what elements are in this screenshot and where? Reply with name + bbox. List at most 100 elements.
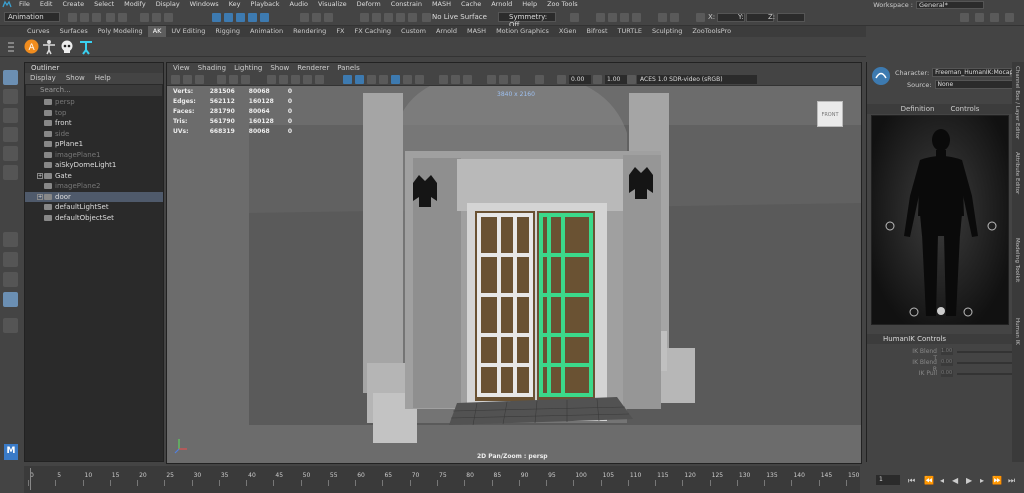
sign-in-icon[interactable] [960,13,969,22]
ambient-occlusion-icon[interactable] [487,75,496,84]
blend-slider[interactable] [957,351,1015,353]
outliner-item[interactable]: + Gate [25,171,163,182]
play-backward-icon[interactable]: ◀ [952,476,958,485]
menu-zoo-tools[interactable]: Zoo Tools [542,0,583,9]
select-camera-icon[interactable] [171,75,180,84]
redo-icon[interactable] [118,13,127,22]
move-tool-icon[interactable] [3,127,18,142]
current-time-indicator[interactable] [30,468,31,490]
shelf-tab-rigging[interactable]: Rigging [210,26,245,37]
arnold-render-icon[interactable] [384,13,393,22]
arnold-light-icon[interactable] [408,13,417,22]
outliner-search-input[interactable]: Search... [26,85,162,96]
show-attribute-editor-icon[interactable] [608,13,617,22]
anti-aliasing-icon[interactable] [499,75,508,84]
hypershade-icon[interactable] [360,13,369,22]
gamma-icon[interactable] [593,75,602,84]
resolution-gate-icon[interactable] [291,75,300,84]
outliner-item[interactable]: aiSkyDomeLight1 [25,160,163,171]
show-tool-settings-icon[interactable] [620,13,629,22]
single-perspective-view-icon[interactable] [3,232,18,247]
paint-select-tool-icon[interactable] [3,108,18,123]
play-forward-icon[interactable]: ▶ [966,476,972,485]
rotate-tool-icon[interactable] [3,146,18,161]
menu-visualize[interactable]: Visualize [313,0,352,9]
new-scene-icon[interactable] [68,13,77,22]
menu-create[interactable]: Create [57,0,89,9]
shelf-tab-arnold[interactable]: Arnold [431,26,462,37]
four-view-layout-icon[interactable] [3,252,18,267]
open-scene-icon[interactable] [80,13,89,22]
shelf-tab-turtle[interactable]: TURTLE [613,26,647,37]
two-d-pan-zoom-icon[interactable] [229,75,238,84]
outliner-item[interactable]: persp [25,97,163,108]
viewport-menu-renderer[interactable]: Renderer [297,63,329,73]
blend-value-field[interactable]: 1.00 [941,348,953,355]
wireframe-icon[interactable] [343,75,352,84]
depth-of-field-icon[interactable] [511,75,520,84]
outliner-item[interactable]: defaultLightSet [25,202,163,213]
outliner-item[interactable]: pPlane1 [25,139,163,150]
humanik-character-view[interactable] [871,115,1009,325]
outliner-item[interactable]: imagePlane1 [25,150,163,161]
smooth-shade-icon[interactable] [355,75,364,84]
menu-cache[interactable]: Cache [456,0,486,9]
highlight-selection-icon[interactable] [670,13,679,22]
shelf-tab-uv-editing[interactable]: UV Editing [166,26,210,37]
transform-mode-icon[interactable] [696,13,705,22]
menu-edit[interactable]: Edit [35,0,58,9]
xray-icon[interactable] [439,75,448,84]
perspective-viewport[interactable]: View Shading Lighting Show Renderer Panels 0.… [166,62,862,464]
shadows-icon[interactable] [415,75,424,84]
view-transform-dropdown[interactable]: ACES 1.0 SDR-video (sRGB) [637,75,757,84]
source-dropdown[interactable]: None [934,80,1013,89]
time-slider[interactable]: 0 5 10 15 20 25 30 35 40 45 50 55 60 65 70 75 80 85 90 95 10… [24,466,860,493]
hik-tab-controls[interactable]: Controls [950,104,979,114]
t-pose-icon[interactable] [42,39,56,55]
shelf-tab-bifrost[interactable]: Bifrost [582,26,613,37]
menu-set-dropdown[interactable]: Animation [4,12,60,22]
menu-help[interactable]: Help [517,0,542,9]
menu-display[interactable]: Display [151,0,185,9]
shelf-tab-motion-graphics[interactable]: Motion Graphics [491,26,554,37]
color-management-icon[interactable] [627,75,636,84]
shelf-tab-poly-modeling[interactable]: Poly Modeling [93,26,148,37]
shelf-tab-rendering[interactable]: Rendering [288,26,331,37]
menu-file[interactable]: File [14,0,35,9]
image-plane-icon[interactable] [217,75,226,84]
shelf-tab-surfaces[interactable]: Surfaces [55,26,93,37]
shelf-tab-fx-caching[interactable]: FX Caching [350,26,397,37]
viewport-menu-lighting[interactable]: Lighting [234,63,262,73]
current-frame-field[interactable]: 1 [876,475,900,485]
menu-playback[interactable]: Playback [245,0,284,9]
outliner-item[interactable]: defaultObjectSet [25,213,163,224]
xray-joints-icon[interactable] [463,75,472,84]
menu-key[interactable]: Key [224,0,246,9]
step-back-frame-icon[interactable]: ◂ [940,476,944,485]
viewport-menu-view[interactable]: View [173,63,190,73]
select-object-icon[interactable] [152,13,161,22]
step-forward-frame-icon[interactable]: ▸ [980,476,984,485]
shelf-tab-curves[interactable]: Curves [22,26,55,37]
viewport-menu-shading[interactable]: Shading [198,63,226,73]
shelf-tab-fx[interactable]: FX [331,26,349,37]
soft-select-icon[interactable] [570,13,579,22]
undo-icon[interactable] [106,13,115,22]
hik-tab-definition[interactable]: Definition [901,104,935,114]
side-tab-human-ik[interactable]: Human IK [1014,318,1020,345]
menu-mash[interactable]: MASH [427,0,456,9]
render-view-icon[interactable] [372,13,381,22]
outliner-item[interactable]: + door [25,191,163,202]
blend-slider[interactable] [957,362,1015,364]
show-modeling-toolkit-icon[interactable] [596,13,605,22]
symmetry-dropdown[interactable]: Symmetry: Off [498,12,556,29]
humanik-controls-header[interactable]: HumanIK Controls [867,334,1013,344]
z-field[interactable] [777,12,806,22]
two-view-layout-icon[interactable] [3,272,18,287]
film-gate-icon[interactable] [279,75,288,84]
shelf-tab-xgen[interactable]: XGen [554,26,582,37]
field-chart-icon[interactable] [315,75,324,84]
shelf-tab-animation[interactable]: Animation [245,26,288,37]
outliner-item[interactable]: side [25,129,163,140]
tool-settings-toggle-icon[interactable] [1005,13,1014,22]
